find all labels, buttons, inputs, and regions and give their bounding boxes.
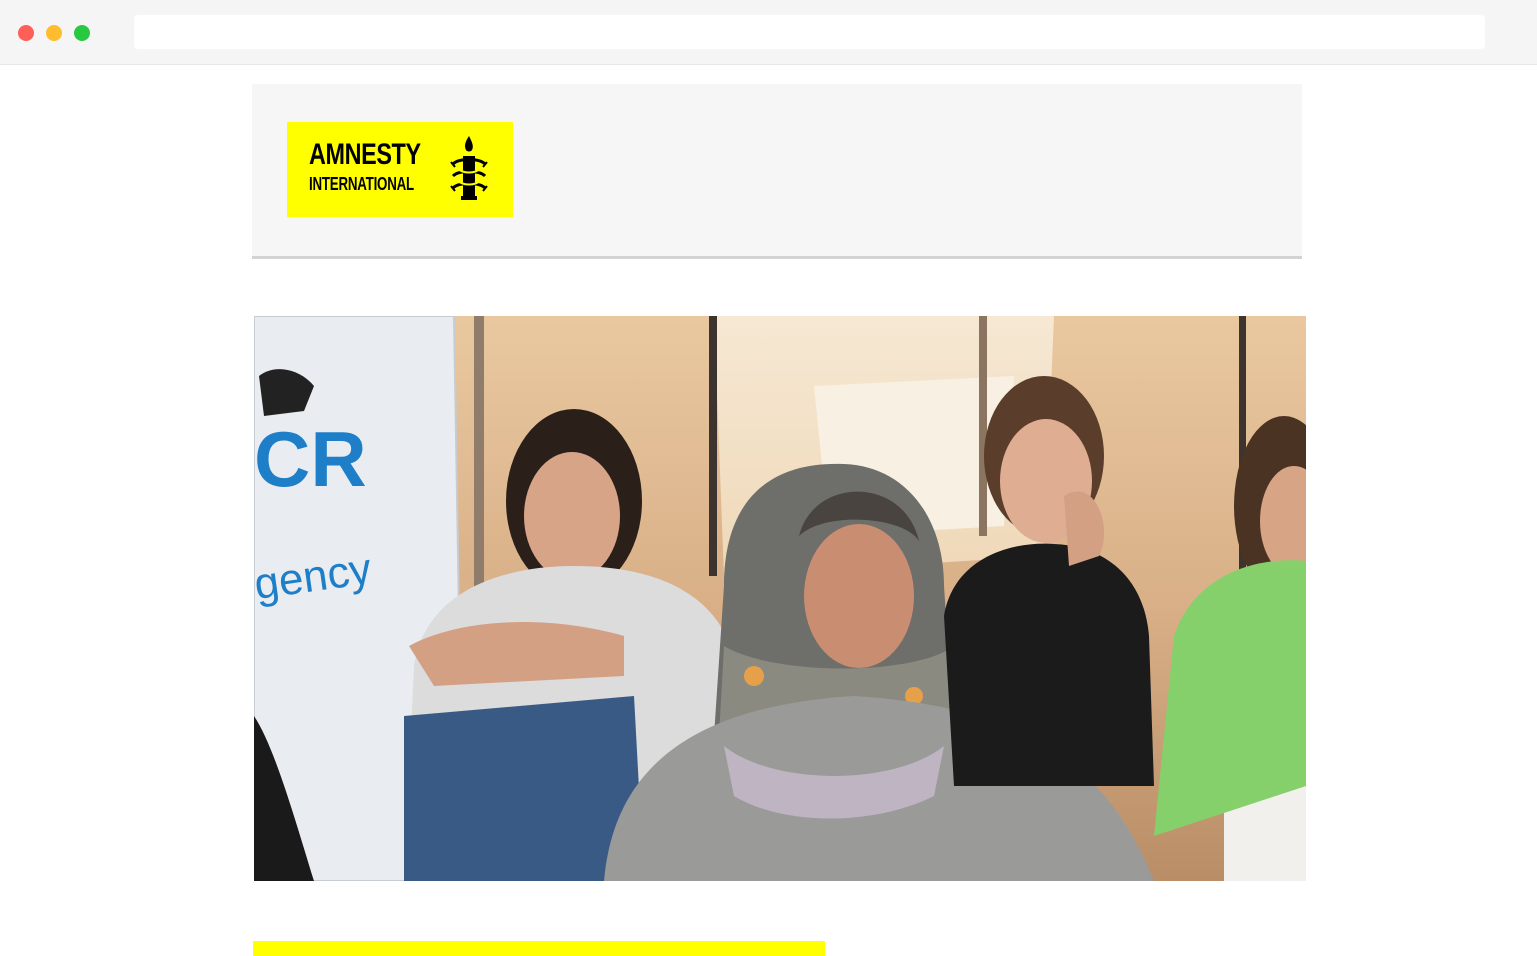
logo-text-amnesty: AMNESTY (309, 138, 421, 171)
maximize-window-button[interactable] (74, 25, 90, 41)
logo-text-international: INTERNATIONAL (309, 174, 414, 194)
banner-text-cr: CR (254, 415, 367, 503)
hero-photo: CR gency (254, 316, 1306, 881)
yellow-accent-bar (253, 941, 825, 956)
address-bar[interactable] (134, 15, 1485, 49)
close-window-button[interactable] (18, 25, 34, 41)
candle-barbed-wire-icon (450, 136, 488, 200)
minimize-window-button[interactable] (46, 25, 62, 41)
email-header: AMNESTY INTERNATIONAL (252, 84, 1302, 259)
refugee-tent-photo: CR gency (254, 316, 1306, 881)
amnesty-logo[interactable]: AMNESTY INTERNATIONAL (287, 122, 513, 217)
browser-toolbar (0, 0, 1537, 65)
